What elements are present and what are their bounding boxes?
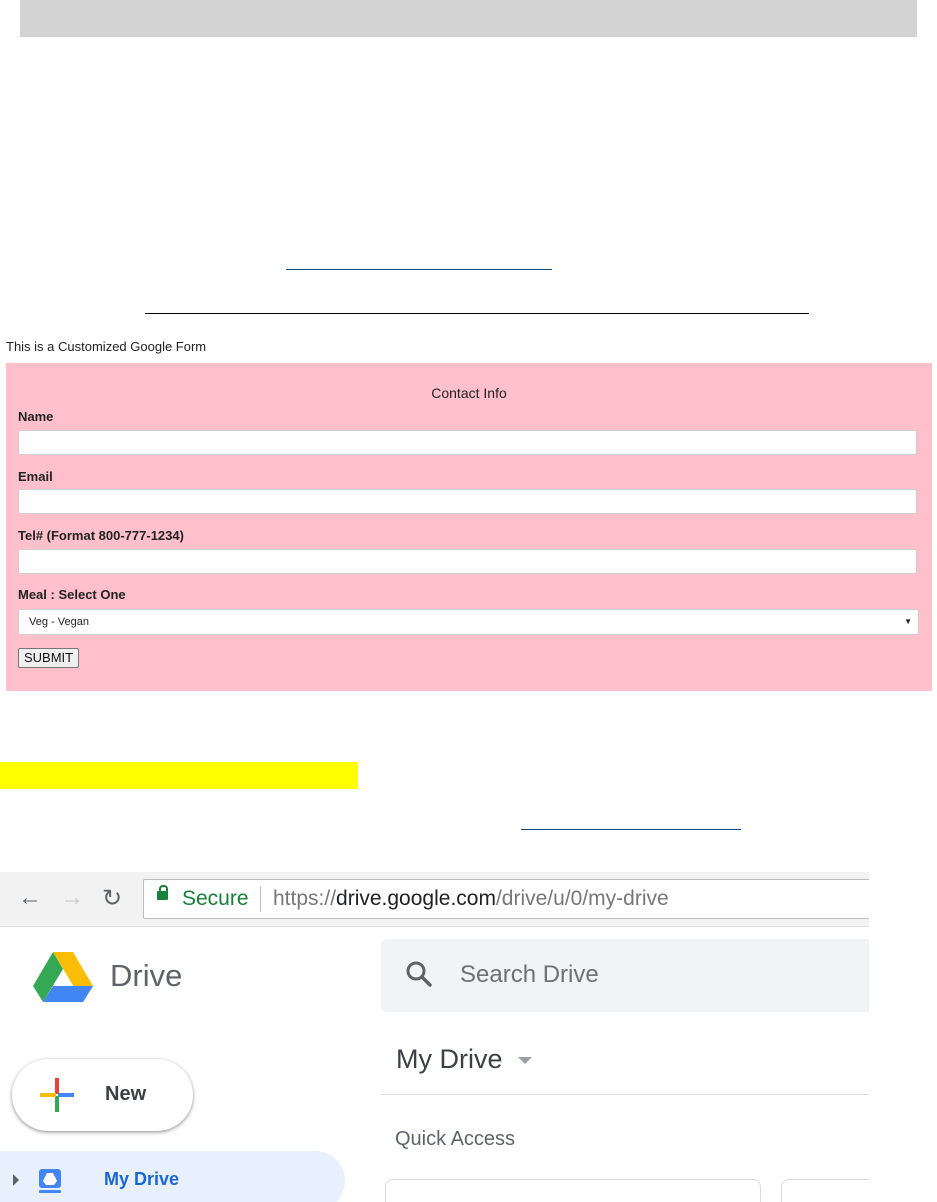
drive-screenshot: ← → ↻ Secure https://drive.google.com/dr… (0, 872, 869, 1202)
sidebar-item-label: My Drive (104, 1169, 180, 1189)
url-scheme: https:// (273, 887, 337, 910)
drive-logo-icon (33, 952, 93, 1002)
drive-wordmark: Drive (110, 958, 183, 993)
page-title[interactable]: My Drive (396, 1044, 503, 1075)
meal-label: Meal : Select One (18, 587, 126, 602)
name-label: Name (18, 409, 54, 424)
email-input[interactable] (18, 489, 917, 514)
forward-arrow-icon[interactable]: → (60, 884, 84, 912)
quick-access-heading: Quick Access (395, 1128, 516, 1150)
url-path: /drive/u/0/my-drive (495, 887, 669, 910)
dropdown-caret-icon[interactable] (518, 1057, 532, 1064)
hyperlink-underline-2[interactable] (521, 829, 741, 830)
meal-select[interactable]: Veg - Vegan ▼ (18, 609, 919, 635)
horizontal-rule (145, 313, 809, 314)
name-input[interactable] (18, 430, 917, 455)
contact-form: Contact Info Name Email Tel# (Format 800… (6, 363, 932, 691)
search-placeholder: Search Drive (460, 961, 599, 988)
email-label: Email (18, 469, 53, 484)
secure-label: Secure (182, 887, 249, 910)
expand-triangle-icon[interactable] (13, 1174, 19, 1186)
url-text: https://drive.google.com/drive/u/0/my-dr… (273, 887, 669, 911)
meal-select-value: Veg - Vegan (29, 616, 89, 628)
quick-access-card[interactable] (385, 1179, 761, 1202)
new-button[interactable]: New (12, 1059, 193, 1131)
search-icon (406, 961, 432, 987)
address-separator (260, 886, 261, 912)
header-divider (381, 1094, 869, 1095)
url-domain: drive.google.com (336, 887, 496, 910)
tel-input[interactable] (18, 549, 917, 574)
submit-button[interactable]: SUBMIT (18, 648, 80, 668)
search-bar[interactable]: Search Drive (381, 939, 869, 1012)
form-title: Contact Info (431, 385, 507, 401)
sidebar-item-my-drive[interactable]: My Drive (0, 1151, 345, 1202)
tel-label: Tel# (Format 800-777-1234) (18, 528, 184, 543)
address-bar[interactable]: Secure https://drive.google.com/drive/u/… (143, 879, 869, 919)
browser-toolbar: ← → ↻ Secure https://drive.google.com/dr… (0, 872, 869, 927)
quick-access-card[interactable] (781, 1179, 869, 1202)
new-button-label: New (105, 1083, 147, 1105)
chevron-down-icon: ▼ (904, 617, 912, 626)
highlight-bar (0, 762, 358, 789)
lock-icon (157, 885, 168, 900)
reload-icon[interactable]: ↻ (102, 884, 122, 913)
back-arrow-icon[interactable]: ← (18, 884, 42, 912)
my-drive-icon (39, 1169, 61, 1193)
hyperlink-underline[interactable] (286, 269, 552, 270)
form-caption: This is a Customized Google Form (6, 339, 207, 354)
top-gray-bar (20, 0, 917, 37)
plus-icon (40, 1078, 74, 1112)
